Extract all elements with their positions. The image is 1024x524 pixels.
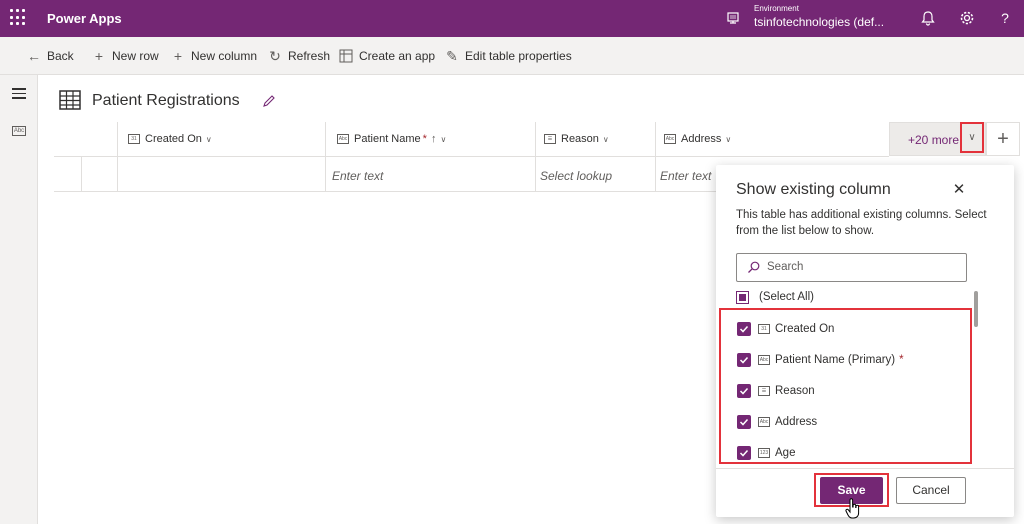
- new-row-button[interactable]: + New row: [91, 47, 159, 65]
- environment-icon[interactable]: [725, 10, 741, 26]
- checked-checkbox-icon: [737, 446, 751, 460]
- pencil-icon: ✎: [446, 47, 458, 64]
- column-option-address[interactable]: Abc Address: [737, 414, 817, 430]
- chevron-down-icon: ∨: [440, 134, 447, 144]
- column-option-label: Age: [775, 447, 796, 459]
- panel-scrollbar[interactable]: [974, 291, 978, 327]
- new-column-label: New column: [191, 49, 258, 63]
- back-button[interactable]: ← Back: [26, 47, 74, 65]
- environment-label: Environment: [754, 4, 799, 13]
- column-option-label: Patient Name (Primary): [775, 354, 896, 366]
- column-label: Reason: [561, 133, 599, 145]
- required-marker: *: [899, 354, 904, 366]
- required-marker: *: [422, 133, 427, 145]
- more-columns-dropdown-chevron-icon[interactable]: ∨: [960, 122, 984, 153]
- column-label: Patient Name: [354, 133, 421, 145]
- select-all-label: (Select All): [759, 291, 814, 303]
- column-label: Created On: [145, 133, 202, 145]
- column-header-patient-name[interactable]: Abc Patient Name * ↑ ∨: [337, 133, 446, 145]
- column-option-label: Reason: [775, 385, 815, 397]
- command-bar: ← Back + New row + New column ↻ Refresh …: [0, 37, 1024, 75]
- plus-icon: +: [94, 48, 104, 64]
- date-icon: 31: [128, 134, 140, 144]
- app-name[interactable]: Power Apps: [47, 11, 122, 26]
- cancel-button[interactable]: Cancel: [896, 477, 966, 504]
- text-icon: Abc: [758, 417, 770, 427]
- column-checklist: 31 Created On Abc Patient Name (Primary)…: [719, 308, 972, 464]
- column-option-reason[interactable]: ☰ Reason: [737, 383, 815, 399]
- text-icon: Abc: [758, 355, 770, 365]
- settings-gear-icon[interactable]: [958, 9, 976, 27]
- column-header-address[interactable]: Abc Address ∨: [664, 133, 731, 145]
- column-label: Address: [681, 133, 722, 145]
- patient-name-cell-input[interactable]: Enter text: [332, 169, 383, 183]
- close-icon[interactable]: ✕: [952, 182, 966, 197]
- create-app-grid-icon: [338, 48, 354, 64]
- column-header-created-on[interactable]: 31 Created On ∨: [128, 133, 212, 145]
- add-column-button[interactable]: +: [986, 122, 1020, 156]
- environment-name[interactable]: tsinfotechnologies (def...: [754, 15, 884, 29]
- show-existing-column-panel: Show existing column ✕ This table has ad…: [716, 165, 1014, 517]
- new-column-button[interactable]: + New column: [170, 47, 257, 65]
- more-columns-label: +20 more: [908, 133, 960, 147]
- create-app-button[interactable]: Create an app: [338, 47, 435, 65]
- checked-checkbox-icon: [737, 353, 751, 367]
- edit-title-pencil-icon[interactable]: [262, 94, 276, 108]
- text-icon: Abc: [337, 134, 349, 144]
- lookup-list-icon: ☰: [758, 386, 770, 396]
- notification-bell-icon[interactable]: [919, 9, 937, 27]
- column-option-age[interactable]: 123 Age: [737, 445, 795, 461]
- grid-header: 31 Created On ∨ Abc Patient Name * ↑ ∨ ☰…: [54, 122, 889, 157]
- edit-table-label: Edit table properties: [465, 49, 572, 63]
- refresh-icon: ↻: [269, 47, 281, 64]
- chevron-down-icon: ∨: [205, 134, 212, 144]
- top-bar: Power Apps Environment tsinfotechnologie…: [0, 0, 1024, 37]
- hamburger-menu-icon[interactable]: [12, 88, 26, 102]
- refresh-button[interactable]: ↻ Refresh: [267, 47, 330, 65]
- plus-icon: +: [173, 48, 183, 64]
- page-title: Patient Registrations: [92, 92, 240, 109]
- search-placeholder: Search: [767, 261, 804, 273]
- create-app-label: Create an app: [359, 49, 436, 63]
- sort-ascending-icon: ↑: [430, 133, 437, 145]
- column-option-label: Address: [775, 416, 818, 428]
- refresh-label: Refresh: [288, 49, 331, 63]
- column-search-input[interactable]: Search: [736, 253, 967, 282]
- panel-description: This table has additional existing colum…: [736, 209, 987, 237]
- table-icon: [59, 90, 81, 110]
- date-icon: 31: [758, 324, 770, 334]
- text-field-nav-icon[interactable]: Abc: [12, 126, 26, 136]
- panel-footer-divider: [716, 468, 1014, 469]
- checked-checkbox-icon: [737, 415, 751, 429]
- partial-check-icon: [736, 290, 749, 304]
- lookup-list-icon: ☰: [544, 134, 556, 144]
- checked-checkbox-icon: [737, 322, 751, 336]
- chevron-down-icon: ∨: [725, 134, 732, 144]
- hand-pointer-cursor-icon: [845, 498, 860, 519]
- edit-table-properties-button[interactable]: ✎ Edit table properties: [444, 47, 572, 65]
- number-icon: 123: [758, 448, 770, 458]
- select-all-checkbox[interactable]: (Select All): [736, 289, 814, 305]
- new-row-label: New row: [112, 49, 159, 63]
- column-option-patient-name[interactable]: Abc Patient Name (Primary) *: [737, 352, 904, 368]
- column-option-created-on[interactable]: 31 Created On: [737, 321, 834, 337]
- help-icon[interactable]: ?: [996, 9, 1014, 27]
- address-cell-input[interactable]: Enter text: [660, 169, 711, 183]
- checked-checkbox-icon: [737, 384, 751, 398]
- panel-title: Show existing column: [736, 181, 891, 198]
- back-arrow-icon: ←: [27, 48, 41, 64]
- chevron-down-icon: ∨: [602, 134, 609, 144]
- left-nav: Abc: [0, 75, 38, 524]
- text-icon: Abc: [664, 134, 676, 144]
- back-label: Back: [47, 49, 74, 63]
- column-header-reason[interactable]: ☰ Reason ∨: [544, 133, 609, 145]
- column-option-label: Created On: [775, 323, 835, 335]
- search-icon: [748, 261, 760, 273]
- app-launcher-icon[interactable]: [10, 9, 28, 27]
- reason-cell-lookup[interactable]: Select lookup: [540, 169, 612, 183]
